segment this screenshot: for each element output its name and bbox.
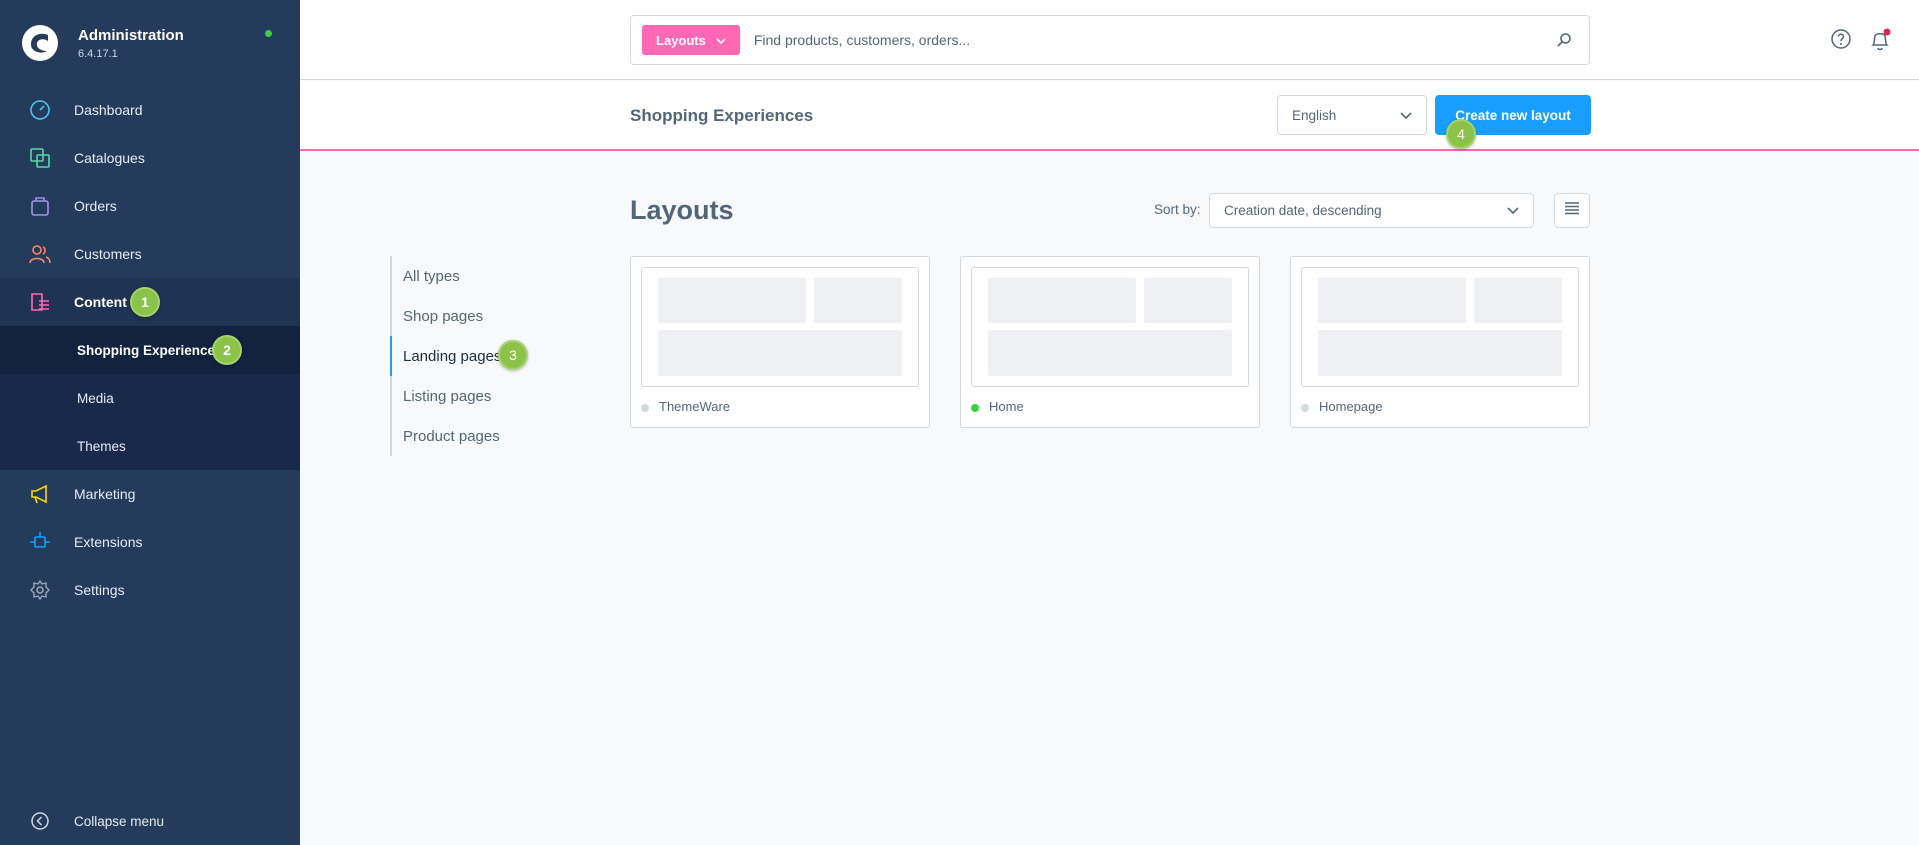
sidebar-item-label: Orders [74, 198, 117, 214]
create-new-layout-label: Create new layout [1455, 107, 1571, 123]
content-icon [28, 290, 52, 314]
layout-type-filter: All types Shop pages Landing pages 3 Lis… [390, 256, 528, 456]
settings-icon [28, 578, 52, 602]
search-type-label: Layouts [656, 32, 706, 48]
language-select[interactable]: English [1277, 95, 1427, 135]
sidebar-item-content[interactable]: Content 1 [0, 278, 300, 326]
sidebar-item-marketing[interactable]: Marketing [0, 470, 300, 518]
type-filter-label: Product pages [403, 427, 500, 445]
top-bar: Layouts [300, 0, 1919, 80]
layout-name: Home [989, 399, 1024, 414]
sidebar-item-dashboard[interactable]: Dashboard [0, 86, 300, 134]
sidebar-subitem-media[interactable]: Media [0, 374, 300, 422]
type-filter-label: Shop pages [403, 307, 484, 325]
type-filter-label: Landing pages [403, 347, 502, 365]
sort-select[interactable]: Creation date, descending [1209, 193, 1534, 228]
layout-card[interactable]: Home [960, 256, 1260, 428]
sidebar-item-label: Media [77, 390, 114, 406]
sidebar-item-label: Dashboard [74, 102, 143, 118]
type-filter-product-pages[interactable]: Product pages [392, 416, 501, 456]
step-badge-4: 4 [1446, 119, 1476, 149]
sidebar-item-label: Themes [77, 438, 126, 454]
search-icon[interactable] [1553, 29, 1575, 51]
customers-icon [28, 242, 52, 266]
chevron-down-icon [716, 33, 726, 48]
orders-icon [28, 194, 52, 218]
app-title: Administration [78, 26, 184, 44]
sidebar-item-catalogues[interactable]: Catalogues [0, 134, 300, 182]
type-filter-shop-pages[interactable]: Shop pages [392, 296, 501, 336]
type-filter-landing-pages[interactable]: Landing pages 3 [390, 336, 528, 376]
sidebar-item-extensions[interactable]: Extensions [0, 518, 300, 566]
extensions-icon [28, 530, 52, 554]
notification-bell-icon[interactable] [1868, 28, 1892, 57]
layout-card[interactable]: Homepage [1290, 256, 1590, 428]
page-title: Shopping Experiences [630, 106, 814, 125]
shopware-logo-icon[interactable] [22, 25, 58, 61]
page-header: Shopping Experiences English Create new … [300, 81, 1919, 151]
chevron-down-icon [1507, 203, 1519, 218]
dashboard-icon [28, 98, 52, 122]
sidebar-subitem-shopping-experiences[interactable]: Shopping Experiences 2 [0, 326, 300, 374]
inactive-status-dot [1301, 404, 1309, 412]
step-badge-3: 3 [498, 340, 528, 370]
sort-value: Creation date, descending [1224, 203, 1382, 218]
catalogues-icon [28, 146, 52, 170]
search-type-selector[interactable]: Layouts [642, 25, 740, 55]
layout-name: Homepage [1319, 399, 1383, 414]
layout-preview [1301, 267, 1579, 387]
sidebar-item-label: Content [74, 294, 127, 310]
sidebar-item-customers[interactable]: Customers [0, 230, 300, 278]
sidebar-item-label: Marketing [74, 486, 136, 502]
global-search: Layouts [630, 15, 1590, 65]
search-input[interactable] [753, 32, 1553, 48]
status-indicator [265, 30, 272, 37]
sidebar: Administration 6.4.17.1 Dashboard Catalo… [0, 0, 300, 845]
layout-card[interactable]: ThemeWare [630, 256, 930, 428]
sidebar-subitem-themes[interactable]: Themes [0, 422, 300, 470]
sort-label: Sort by: [1154, 202, 1201, 217]
active-status-dot [971, 404, 979, 412]
sidebar-item-label: Settings [74, 582, 125, 598]
inactive-status-dot [641, 404, 649, 412]
collapse-menu-label: Collapse menu [74, 813, 165, 829]
sidebar-item-label: Extensions [74, 534, 143, 550]
brand-header: Administration 6.4.17.1 [0, 0, 300, 86]
sidebar-item-label: Shopping Experiences [77, 342, 223, 358]
collapse-menu-button[interactable]: Collapse menu [0, 797, 300, 845]
type-filter-listing-pages[interactable]: Listing pages [392, 376, 501, 416]
layouts-heading: Layouts [630, 195, 734, 225]
sidebar-item-settings[interactable]: Settings [0, 566, 300, 614]
help-icon[interactable] [1830, 28, 1852, 55]
main-nav: Dashboard Catalogues Orders Customers Co… [0, 86, 300, 614]
sidebar-item-label: Customers [74, 246, 142, 262]
chevron-down-icon [1400, 108, 1412, 123]
sidebar-item-orders[interactable]: Orders [0, 182, 300, 230]
layout-preview [641, 267, 919, 387]
type-filter-label: All types [403, 267, 460, 285]
language-value: English [1292, 107, 1337, 123]
list-view-toggle[interactable] [1554, 193, 1590, 228]
step-badge-2: 2 [212, 335, 242, 365]
type-filter-label: Listing pages [403, 387, 492, 405]
app-version: 6.4.17.1 [78, 47, 118, 60]
layout-preview [971, 267, 1249, 387]
list-view-icon [1564, 201, 1580, 220]
layout-name: ThemeWare [659, 399, 731, 414]
content-submenu: Shopping Experiences 2 Media Themes [0, 326, 300, 470]
step-badge-1: 1 [130, 287, 160, 317]
marketing-icon [28, 482, 52, 506]
sidebar-item-label: Catalogues [74, 150, 145, 166]
type-filter-all[interactable]: All types [392, 256, 501, 296]
chevron-left-circle-icon [28, 809, 52, 833]
